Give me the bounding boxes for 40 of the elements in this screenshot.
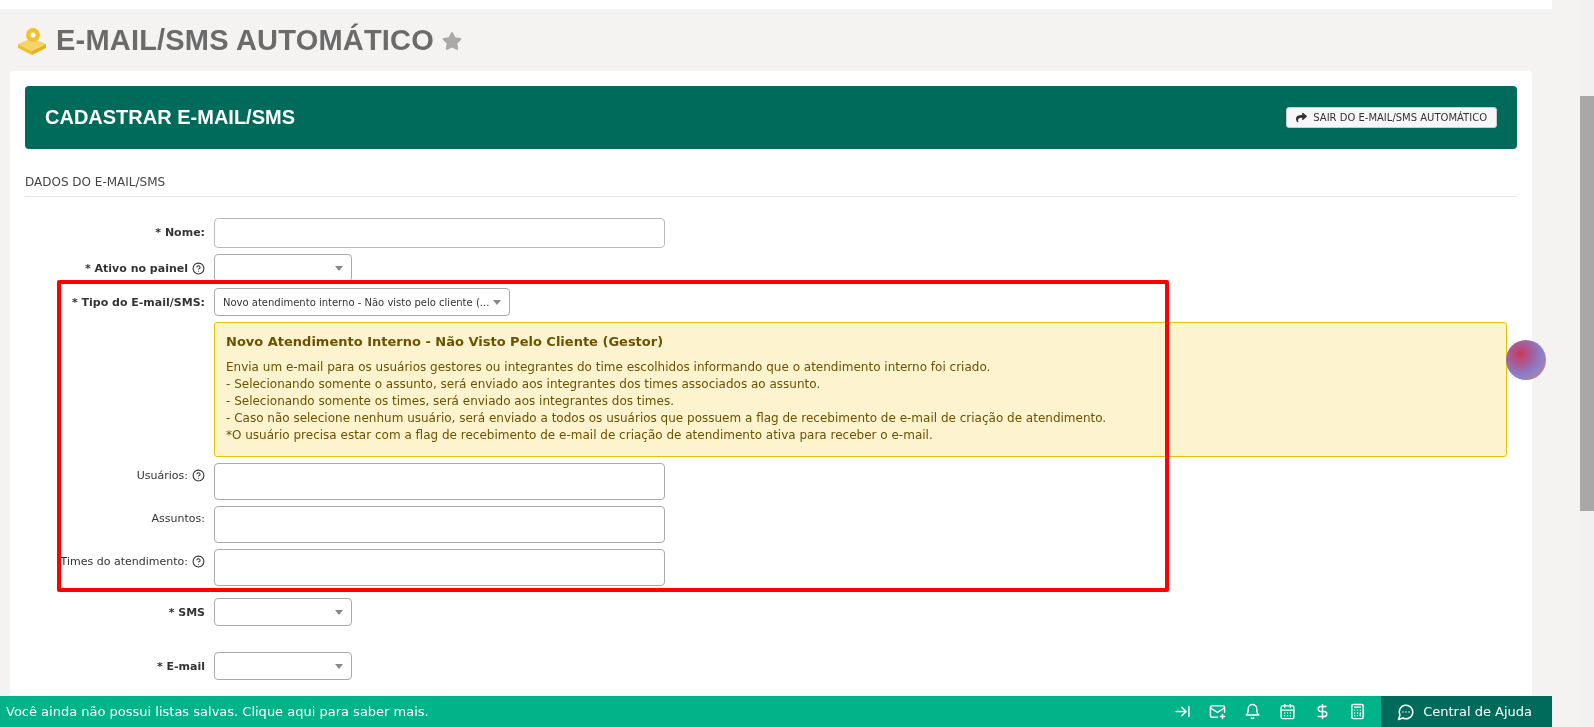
select-field[interactable]: Novo atendimento interno - Não visto pelo cliente (... bbox=[214, 288, 510, 316]
exit-button[interactable]: SAIR DO E-MAIL/SMS AUTOMÁTICO bbox=[1286, 107, 1497, 128]
info-text: - Selecionando somente o assunto, será enviado aos integrantes dos times associados ao assunto. bbox=[226, 376, 822, 393]
chat-bubble-icon bbox=[1397, 702, 1416, 721]
info-text: - Caso não selecione nenhum usuário, será enviado a todos os usuários que possuem a flag de recebimento de e-mail de criação de atendimento. bbox=[226, 410, 1108, 427]
caret-icon bbox=[493, 299, 501, 305]
help-center-button[interactable]: Central de Ajuda bbox=[1381, 696, 1552, 727]
field-label: * Nome: bbox=[155, 226, 205, 239]
field-label: Usuários: bbox=[136, 469, 188, 482]
caret-icon bbox=[335, 663, 343, 669]
field-label: Times do atendimento: bbox=[60, 555, 188, 568]
select-field[interactable] bbox=[214, 652, 352, 680]
help-icon[interactable] bbox=[192, 555, 205, 568]
multi-select-field[interactable] bbox=[214, 506, 665, 543]
help-icon[interactable] bbox=[192, 262, 205, 275]
share-arrow-icon bbox=[1296, 112, 1308, 123]
field-label: * Tipo do E-mail/SMS: bbox=[71, 296, 205, 309]
field-label: * E-mail bbox=[156, 660, 205, 673]
star-icon[interactable] bbox=[441, 30, 462, 51]
field-label: * SMS bbox=[168, 606, 205, 619]
select-field[interactable] bbox=[214, 598, 352, 626]
help-icon[interactable] bbox=[192, 469, 205, 482]
scroll-thumb[interactable] bbox=[1580, 96, 1594, 511]
gear-box-icon bbox=[16, 25, 48, 56]
info-text: *O usuário precisa estar com a flag de recebimento de e-mail de criação de atendimento ativa para receber o e-mail. bbox=[226, 427, 934, 444]
caret-icon bbox=[335, 265, 343, 271]
multi-select-field[interactable] bbox=[214, 549, 665, 586]
info-text: Envia um e-mail para os usuários gestores ou integrantes do time escolhidos informando que o atendimento interno foi criado. bbox=[226, 359, 992, 376]
info-text: - Selecionando somente os times, será enviado aos integrantes dos times. bbox=[226, 393, 675, 410]
assistant-orb[interactable] bbox=[1506, 340, 1546, 380]
multi-select-field[interactable] bbox=[214, 463, 665, 500]
info-title: Novo Atendimento Interno - Não Visto Pelo Cliente (Gestor) bbox=[226, 334, 665, 349]
panel-title: CADASTRAR E-MAIL/SMS bbox=[45, 106, 295, 129]
caret-icon bbox=[335, 609, 343, 615]
page-title: E-MAIL/SMS AUTOMÁTICO bbox=[56, 24, 434, 57]
text-input[interactable] bbox=[214, 218, 665, 248]
select-field[interactable] bbox=[214, 254, 352, 282]
field-label: * Ativo no painel bbox=[84, 262, 188, 275]
field-label: Assuntos: bbox=[151, 512, 205, 525]
section-title: DADOS DO E-MAIL/SMS bbox=[25, 175, 1517, 197]
